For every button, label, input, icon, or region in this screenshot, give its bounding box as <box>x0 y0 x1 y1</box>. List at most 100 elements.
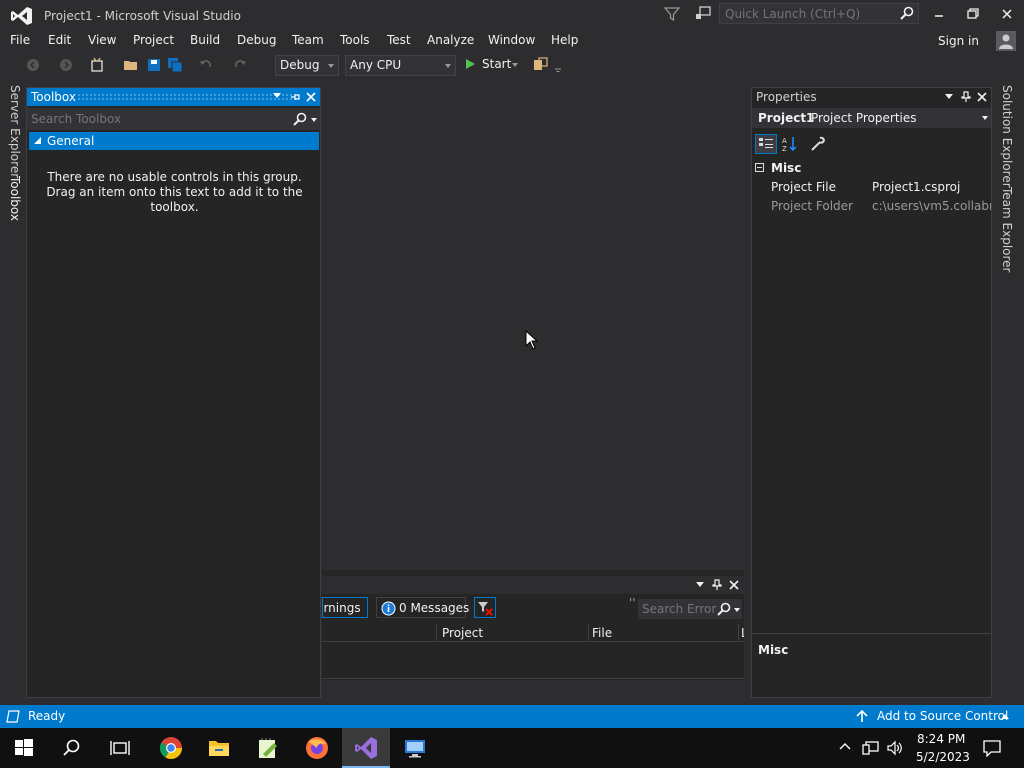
toolbar-overflow-icon[interactable] <box>553 62 563 78</box>
notification-filter-icon[interactable] <box>664 6 680 22</box>
drag-grip[interactable] <box>77 93 292 100</box>
new-project-icon[interactable] <box>89 57 105 73</box>
auto-hide-pin-icon[interactable] <box>289 91 301 103</box>
chevron-up-icon[interactable] <box>1001 714 1009 719</box>
error-list-header[interactable] <box>322 576 744 594</box>
window-position-icon[interactable] <box>696 582 704 588</box>
property-row[interactable]: Project Folder c:\users\vm5.collabnet <box>752 197 991 216</box>
error-search-input[interactable] <box>638 599 718 619</box>
notepad-plus-plus-icon[interactable] <box>256 736 280 760</box>
menu-analyze[interactable]: Analyze <box>427 33 474 47</box>
server-explorer-tab[interactable]: Server Explorer <box>8 85 22 178</box>
property-pages-wrench-icon[interactable] <box>810 136 826 152</box>
search-icon[interactable] <box>717 602 731 616</box>
quick-launch-input[interactable] <box>720 4 900 23</box>
property-category-misc[interactable]: Misc <box>752 159 991 178</box>
taskbar-active-app[interactable] <box>342 728 390 768</box>
firefox-icon[interactable] <box>305 736 329 760</box>
close-button[interactable] <box>994 4 1020 24</box>
messages-filter-button[interactable]: 0 Messages <box>376 597 469 618</box>
document-area[interactable] <box>322 82 750 570</box>
menu-help[interactable]: Help <box>551 33 578 47</box>
menu-test[interactable]: Test <box>387 33 411 47</box>
minimize-button[interactable] <box>926 4 952 24</box>
pin-icon[interactable] <box>961 91 971 103</box>
column-divider[interactable] <box>436 624 437 642</box>
search-icon[interactable] <box>60 736 84 760</box>
menu-project[interactable]: Project <box>133 33 174 47</box>
property-value[interactable]: c:\users\vm5.collabnet <box>872 199 991 213</box>
menu-file[interactable]: File <box>10 33 30 47</box>
toolbox-search-input[interactable] <box>27 108 287 130</box>
toolbox-group-general[interactable]: General <box>29 132 319 150</box>
visual-studio-logo-icon[interactable] <box>10 6 34 26</box>
error-list-body[interactable] <box>322 643 744 679</box>
menu-view[interactable]: View <box>88 33 116 47</box>
description-divider[interactable] <box>752 633 991 634</box>
toolbox-tab[interactable]: Toolbox <box>8 176 22 221</box>
alphabetical-icon[interactable]: AZ <box>781 136 799 152</box>
categorized-icon[interactable] <box>755 134 777 154</box>
team-explorer-tab[interactable]: Team Explorer <box>1000 187 1014 273</box>
column-line[interactable]: L <box>741 626 744 640</box>
toolbox-search[interactable] <box>27 108 320 130</box>
start-dropdown-icon[interactable] <box>512 63 518 67</box>
column-divider[interactable] <box>738 624 739 642</box>
find-in-files-icon[interactable] <box>533 57 549 73</box>
search-options-icon[interactable] <box>311 118 317 122</box>
close-icon[interactable] <box>976 91 988 103</box>
toolbox-header[interactable]: Toolbox <box>27 88 320 106</box>
menu-tools[interactable]: Tools <box>340 33 370 47</box>
menu-team[interactable]: Team <box>292 33 324 47</box>
window-position-icon[interactable] <box>945 94 953 100</box>
menu-edit[interactable]: Edit <box>48 33 71 47</box>
remote-desktop-icon[interactable] <box>403 736 427 760</box>
windows-start-icon[interactable] <box>12 736 36 760</box>
warnings-filter-button[interactable]: Warnings <box>322 597 368 618</box>
column-divider[interactable] <box>588 624 589 642</box>
undo-icon[interactable] <box>198 57 214 73</box>
build-intellisense-filter-icon[interactable] <box>474 597 496 618</box>
collapse-icon[interactable] <box>755 163 764 172</box>
search-icon[interactable] <box>900 6 914 20</box>
save-icon[interactable] <box>146 57 162 73</box>
column-file[interactable]: File <box>592 626 612 640</box>
navigate-back-icon[interactable] <box>25 57 41 73</box>
search-icon[interactable] <box>293 112 307 126</box>
close-icon[interactable] <box>305 91 317 103</box>
upload-arrow-icon[interactable] <box>856 710 868 723</box>
solution-explorer-tab[interactable]: Solution Explorer <box>1000 85 1014 188</box>
solution-platform-dropdown[interactable]: Any CPU <box>345 55 456 76</box>
sign-in-link[interactable]: Sign in <box>938 34 979 48</box>
save-all-icon[interactable] <box>167 57 183 73</box>
object-selector[interactable]: Project1 Project Properties <box>752 108 991 128</box>
volume-icon[interactable] <box>886 740 904 756</box>
collapse-triangle-icon[interactable] <box>34 137 41 144</box>
error-search[interactable] <box>638 599 742 619</box>
search-options-icon[interactable] <box>734 608 740 612</box>
clock-date[interactable]: 5/2/2023 <box>916 750 970 764</box>
restore-button[interactable] <box>960 4 986 24</box>
visual-studio-icon[interactable] <box>354 736 378 760</box>
file-explorer-icon[interactable] <box>207 736 231 760</box>
task-view-icon[interactable] <box>108 736 132 760</box>
menu-build[interactable]: Build <box>190 33 220 47</box>
pin-icon[interactable] <box>712 579 722 591</box>
window-position-icon[interactable] <box>273 93 281 99</box>
menu-debug[interactable]: Debug <box>237 33 276 47</box>
chevron-down-icon[interactable] <box>982 116 988 120</box>
clock-time[interactable]: 8:24 PM <box>917 732 965 746</box>
add-to-source-control-button[interactable]: Add to Source Control <box>877 709 1008 723</box>
chrome-icon[interactable] <box>159 736 183 760</box>
property-value[interactable]: Project1.csproj <box>872 180 960 194</box>
show-hidden-icons-chevron-icon[interactable] <box>839 742 851 750</box>
account-icon[interactable] <box>996 31 1016 51</box>
solution-configuration-dropdown[interactable]: Debug <box>275 55 339 76</box>
column-project[interactable]: Project <box>442 626 483 640</box>
redo-icon[interactable] <box>232 57 248 73</box>
menu-window[interactable]: Window <box>488 33 535 47</box>
quick-launch-box[interactable] <box>719 3 919 24</box>
feedback-icon[interactable] <box>694 6 712 22</box>
open-file-icon[interactable] <box>123 57 139 73</box>
action-center-icon[interactable] <box>982 739 1002 757</box>
